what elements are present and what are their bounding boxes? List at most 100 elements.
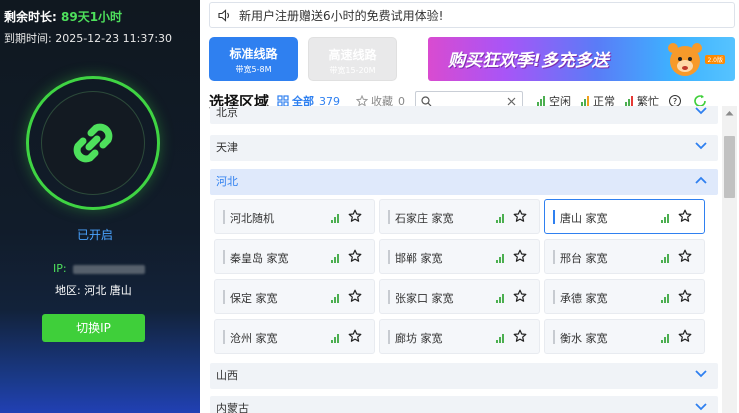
- city-item[interactable]: 沧州 家宽: [214, 319, 375, 354]
- city-item[interactable]: 石家庄 家宽: [379, 199, 540, 234]
- favorite-star-icon[interactable]: [513, 289, 527, 303]
- scrollbar-thumb[interactable]: [724, 136, 735, 198]
- city-item[interactable]: 唐山 家宽: [544, 199, 705, 234]
- city-item[interactable]: 承德 家宽: [544, 279, 705, 314]
- city-item-marker: [553, 330, 555, 344]
- city-item-label: 张家口 家宽: [395, 292, 454, 305]
- city-item-marker: [223, 210, 225, 224]
- favorite-star-icon[interactable]: [678, 209, 692, 223]
- city-item-label: 石家庄 家宽: [395, 212, 454, 225]
- connect-toggle[interactable]: [26, 76, 160, 210]
- city-item[interactable]: 邯郸 家宽: [379, 239, 540, 274]
- city-item[interactable]: 河北随机: [214, 199, 375, 234]
- city-item-label: 河北随机: [230, 212, 274, 225]
- province-neimenggu[interactable]: 内蒙古: [210, 396, 718, 413]
- province-shanxi-label: 山西: [216, 369, 238, 382]
- city-item-marker: [553, 250, 555, 264]
- city-item[interactable]: 秦皇岛 家宽: [214, 239, 375, 274]
- chevron-up-icon: [695, 176, 707, 184]
- highspeed-line-title: 高速线路: [328, 48, 377, 62]
- city-item-label: 唐山 家宽: [560, 212, 608, 225]
- expire-time-value: 2025-12-23 11:37:30: [55, 32, 173, 45]
- promo-banner[interactable]: 购买狂欢季!多充多送 2.0版: [428, 37, 735, 81]
- favorite-star-icon[interactable]: [348, 329, 362, 343]
- city-item-marker: [223, 250, 225, 264]
- clear-icon[interactable]: [507, 97, 516, 106]
- province-shanxi[interactable]: 山西: [210, 363, 718, 389]
- favorite-star-icon[interactable]: [678, 249, 692, 263]
- notice-text: 新用户注册赠送6小时的免费试用体验!: [239, 8, 444, 23]
- city-item-marker: [388, 250, 390, 264]
- city-item-label: 邢台 家宽: [560, 252, 608, 265]
- city-item-label: 邯郸 家宽: [395, 252, 443, 265]
- expire-time: 到期时间: 2025-12-23 11:37:30: [4, 30, 172, 46]
- mascot-icon: [668, 43, 702, 76]
- favorite-star-icon[interactable]: [678, 289, 692, 303]
- signal-idle-icon: [661, 253, 669, 263]
- city-item-marker: [388, 330, 390, 344]
- city-item-label: 衡水 家宽: [560, 332, 608, 345]
- province-tianjin[interactable]: 天津: [210, 135, 718, 161]
- scroll-up-icon[interactable]: [725, 110, 734, 116]
- highspeed-line-bandwidth: 带宽15-20M: [329, 66, 376, 75]
- notice-bar: 新用户注册赠送6小时的免费试用体验!: [209, 2, 735, 28]
- highspeed-line-button[interactable]: 高速线路 带宽15-20M: [308, 37, 397, 81]
- city-item-label: 秦皇岛 家宽: [230, 252, 289, 265]
- expire-time-label: 到期时间:: [4, 32, 52, 45]
- region-list: 北京 天津 河北 河北随机 石家庄 家宽 唐山 家宽秦皇岛 家宽 邯郸 家宽 邢台 家宽…: [210, 106, 719, 413]
- chevron-down-icon: [695, 370, 707, 378]
- standard-line-button[interactable]: 标准线路 带宽5-8M: [209, 37, 298, 81]
- city-item[interactable]: 邢台 家宽: [544, 239, 705, 274]
- ip-label: IP:: [53, 262, 67, 275]
- city-item[interactable]: 廊坊 家宽: [379, 319, 540, 354]
- province-beijing[interactable]: 北京: [210, 106, 718, 124]
- signal-idle-icon: [537, 96, 546, 106]
- connection-status: 已开启: [76, 228, 113, 242]
- signal-idle-icon: [661, 213, 669, 223]
- city-item-marker: [553, 210, 555, 224]
- city-item[interactable]: 张家口 家宽: [379, 279, 540, 314]
- switch-ip-button[interactable]: 切换IP: [42, 314, 145, 342]
- favorite-star-icon[interactable]: [513, 249, 527, 263]
- favorite-star-icon[interactable]: [348, 249, 362, 263]
- city-item-marker: [388, 290, 390, 304]
- link-icon: [73, 123, 113, 163]
- promo-banner-text: 购买狂欢季!多充多送: [448, 51, 609, 71]
- ip-info: IP:: [53, 262, 145, 275]
- signal-idle-icon: [496, 293, 504, 303]
- region-list-scrollbar[interactable]: [722, 106, 737, 413]
- signal-normal-icon: [581, 96, 590, 106]
- standard-line-bandwidth: 带宽5-8M: [235, 65, 272, 74]
- signal-idle-icon: [496, 253, 504, 263]
- region-value: 河北 唐山: [84, 284, 132, 297]
- province-neimenggu-label: 内蒙古: [216, 402, 249, 413]
- city-item-marker: [388, 210, 390, 224]
- signal-idle-icon: [331, 253, 339, 263]
- city-item[interactable]: 保定 家宽: [214, 279, 375, 314]
- city-item[interactable]: 衡水 家宽: [544, 319, 705, 354]
- connection-panel: 剩余时长: 89天1小时 到期时间: 2025-12-23 11:37:30 已…: [0, 0, 200, 413]
- favorite-star-icon[interactable]: [513, 209, 527, 223]
- remaining-time-value: 89天1小时: [61, 10, 123, 24]
- province-hebei-label: 河北: [216, 175, 238, 188]
- favorite-star-icon[interactable]: [348, 289, 362, 303]
- city-item-label: 保定 家宽: [230, 292, 278, 305]
- standard-line-title: 标准线路: [229, 47, 278, 61]
- chevron-down-icon: [695, 403, 707, 411]
- favorite-star-icon[interactable]: [513, 329, 527, 343]
- province-beijing-label: 北京: [216, 106, 238, 119]
- city-item-marker: [223, 290, 225, 304]
- chevron-down-icon: [695, 142, 707, 150]
- favorite-star-icon[interactable]: [678, 329, 692, 343]
- province-tianjin-label: 天津: [216, 141, 238, 154]
- city-item-label: 沧州 家宽: [230, 332, 278, 345]
- province-hebei[interactable]: 河北: [210, 169, 718, 195]
- region-label: 地区:: [55, 284, 81, 297]
- remaining-time: 剩余时长: 89天1小时: [4, 8, 122, 25]
- city-item-marker: [553, 290, 555, 304]
- region-info: 地区: 河北 唐山: [55, 282, 132, 298]
- favorite-star-icon[interactable]: [348, 209, 362, 223]
- signal-idle-icon: [496, 333, 504, 343]
- signal-idle-icon: [331, 293, 339, 303]
- help-icon-glyph: ?: [672, 96, 678, 106]
